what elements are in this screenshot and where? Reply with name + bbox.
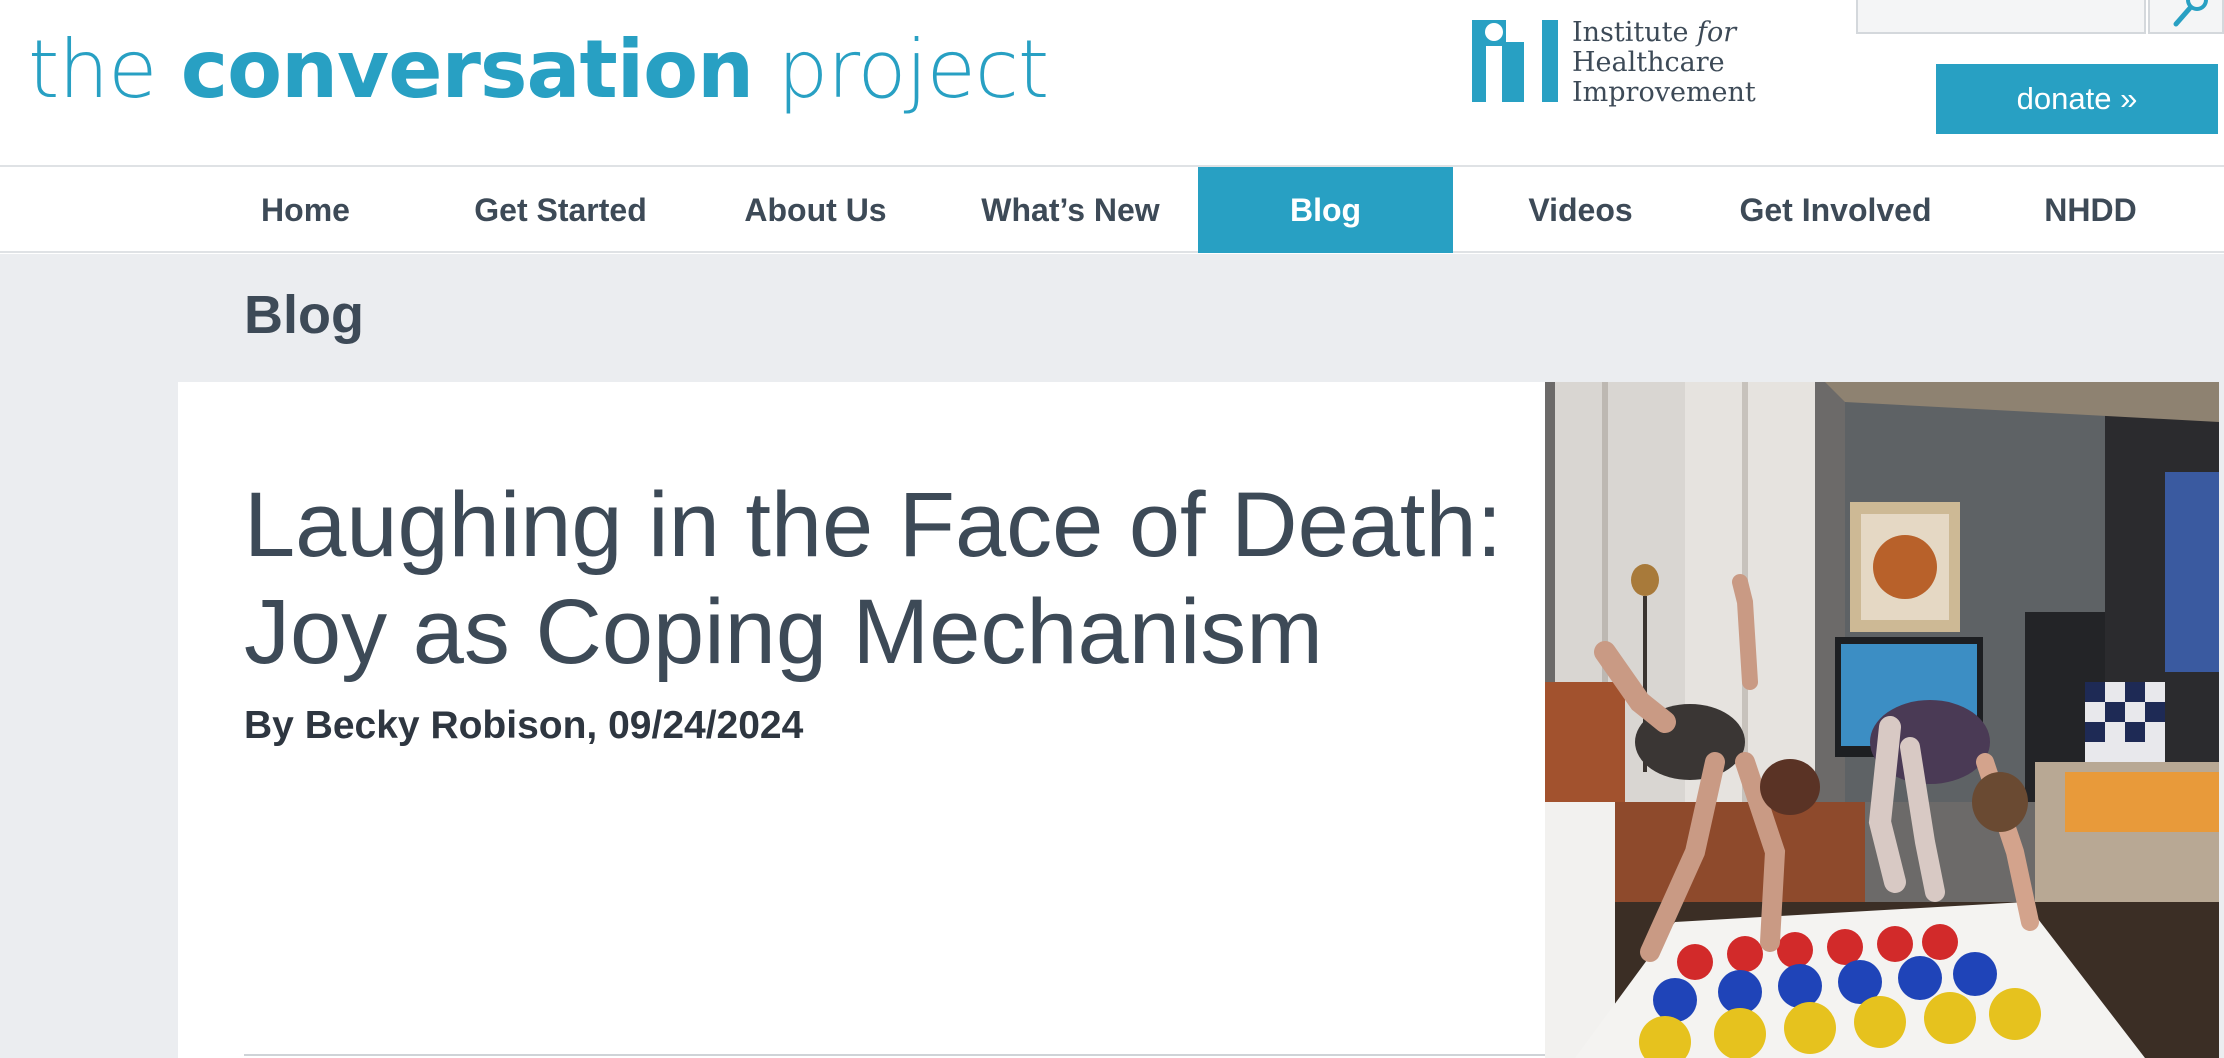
ihi-logo-text: Institute for Healthcare Improvement bbox=[1572, 18, 1756, 108]
ihi-line2: Healthcare bbox=[1572, 47, 1725, 78]
nav-item-blog[interactable]: Blog bbox=[1198, 167, 1453, 253]
nav-item-videos[interactable]: Videos bbox=[1453, 167, 1708, 253]
main-nav: Home Get Started About Us What’s New Blo… bbox=[0, 165, 2224, 253]
post-byline: By Becky Robison, 09/24/2024 bbox=[244, 704, 804, 747]
logo-text-the: the bbox=[28, 23, 181, 116]
divider bbox=[244, 1054, 1545, 1056]
nav-item-get-involved[interactable]: Get Involved bbox=[1708, 167, 1963, 253]
ihi-partner-logo[interactable]: Institute for Healthcare Improvement bbox=[1472, 16, 1762, 108]
logo-text-conversation: conversation bbox=[180, 23, 754, 116]
post-card: Laughing in the Face of Death: Joy as Co… bbox=[178, 382, 1545, 1058]
donate-button[interactable]: donate » bbox=[1936, 64, 2218, 134]
post-title: Laughing in the Face of Death: Joy as Co… bbox=[244, 472, 1504, 686]
ihi-line3: Improvement bbox=[1572, 77, 1756, 108]
site-logo[interactable]: the conversation project bbox=[28, 22, 1050, 118]
nav-item-home[interactable]: Home bbox=[178, 167, 433, 253]
nav-item-get-started[interactable]: Get Started bbox=[433, 167, 688, 253]
twister-photo-illustration bbox=[1545, 382, 2219, 1058]
post-title-line2: Joy as Coping Mechanism bbox=[244, 581, 1323, 683]
ihi-line1: Institute bbox=[1572, 17, 1698, 48]
ihi-logo-icon bbox=[1472, 20, 1558, 102]
search-button[interactable] bbox=[2148, 0, 2224, 34]
site-header: the conversation project Institute for H… bbox=[0, 0, 2224, 166]
ihi-line1-for: for bbox=[1697, 17, 1737, 48]
post-featured-image bbox=[1545, 382, 2219, 1058]
logo-text-project: project bbox=[753, 23, 1050, 116]
search-icon bbox=[2173, 0, 2208, 27]
nav-item-whats-new[interactable]: What’s New bbox=[943, 167, 1198, 253]
search-input[interactable] bbox=[1856, 0, 2146, 34]
post-title-line1: Laughing in the Face of Death: bbox=[244, 474, 1503, 576]
main-content: Blog Laughing in the Face of Death: Joy … bbox=[0, 254, 2224, 1058]
nav-item-nhdd[interactable]: NHDD bbox=[1963, 167, 2218, 253]
section-title: Blog bbox=[244, 285, 364, 345]
nav-item-about-us[interactable]: About Us bbox=[688, 167, 943, 253]
